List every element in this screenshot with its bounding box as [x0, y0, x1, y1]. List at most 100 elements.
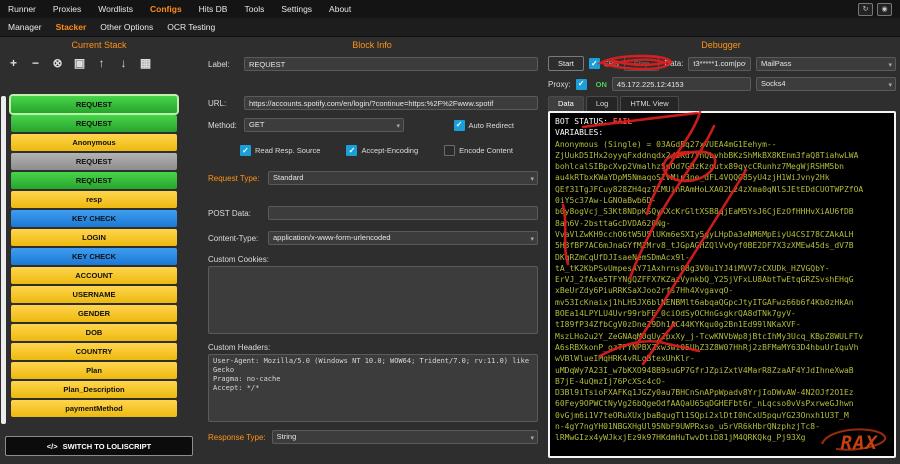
switch-label: SWITCH TO LOLISCRIPT [63, 442, 152, 451]
checkbox-icon [454, 120, 465, 131]
tab-stacker[interactable]: Stacker [56, 22, 87, 32]
checkbox-icon [346, 145, 357, 156]
request-type-select[interactable]: Standard [268, 171, 538, 185]
stack-block-resp[interactable]: resp [11, 191, 177, 208]
stack-block-request[interactable]: REQUEST [11, 115, 177, 132]
checkbox-icon [576, 79, 587, 90]
block-info-title: Block Info [204, 36, 540, 52]
stack-block-dob[interactable]: DOB [11, 324, 177, 341]
proxy-type-value: Socks4 [761, 78, 786, 90]
stack-block-country[interactable]: COUNTRY [11, 343, 177, 360]
menu-runner[interactable]: Runner [8, 4, 36, 14]
stack-block-account[interactable]: ACCOUNT [11, 267, 177, 284]
content-type-value: application/x-www-form-urlencoded [273, 232, 391, 244]
response-type-value: String [277, 431, 297, 443]
stack-block-key-check[interactable]: KEY CHECK [11, 210, 177, 227]
bot-status-line: BOT STATUS: FAIL [555, 116, 889, 127]
menu-wordlists[interactable]: Wordlists [98, 4, 133, 14]
method-value: GET [249, 119, 264, 131]
stack-toolbar: +−⊗ ▣ ↑ ↓ ▦ [0, 52, 198, 70]
url-input[interactable] [244, 96, 538, 110]
stack-scrollbar[interactable] [1, 96, 6, 424]
clear-icon[interactable]: ⊗ [51, 57, 64, 70]
custom-cookies-label: Custom Cookies: [208, 255, 540, 264]
stack-block-request[interactable]: REQUEST [11, 172, 177, 189]
auto-redirect-checkbox[interactable]: Auto Redirect [454, 120, 514, 131]
switch-to-loliscript-button[interactable]: </> SWITCH TO LOLISCRIPT [5, 436, 193, 456]
request-type-label: Request Type: [208, 174, 262, 183]
encode-content-checkbox[interactable]: Encode Content [444, 145, 513, 156]
stack-block-plan[interactable]: Plan [11, 362, 177, 379]
bot-status-value: FAIL [613, 117, 632, 126]
method-select[interactable]: GET [244, 118, 404, 132]
menu-about[interactable]: About [329, 4, 351, 14]
start-button[interactable]: Start [548, 56, 584, 71]
debug-data-input[interactable] [688, 57, 751, 71]
update-icon[interactable]: ↻ [858, 3, 873, 16]
content-type-select[interactable]: application/x-www-form-urlencoded [268, 231, 538, 245]
debugger-panel: Debugger Start SBS Step Data: MailPass P… [544, 36, 898, 464]
move-down-icon[interactable]: ↓ [117, 57, 130, 70]
debugger-tabs: DataLogHTML View [548, 96, 896, 112]
stack-block-plan-description[interactable]: Plan_Description [11, 381, 177, 398]
menu-settings[interactable]: Settings [281, 4, 312, 14]
auto-redirect-label: Auto Redirect [469, 121, 514, 130]
stack-block-anonymous[interactable]: Anonymous [11, 134, 177, 151]
encode-content-label: Encode Content [459, 146, 513, 155]
menu-proxies[interactable]: Proxies [53, 4, 81, 14]
bot-status-label: BOT STATUS: [555, 117, 608, 126]
stack-block-key-check[interactable]: KEY CHECK [11, 248, 177, 265]
custom-headers-textarea[interactable]: User-Agent: Mozilla/5.0 (Windows NT 10.0… [208, 354, 538, 422]
step-button[interactable]: Step [624, 56, 659, 71]
menu-configs[interactable]: Configs [150, 4, 182, 14]
tab-ocr-testing[interactable]: OCR Testing [167, 22, 215, 32]
clone-icon[interactable]: ▣ [73, 57, 86, 70]
post-data-input[interactable] [268, 206, 538, 220]
debugger-tab-data[interactable]: Data [548, 96, 584, 112]
content-type-label: Content-Type: [208, 234, 262, 243]
label-input[interactable] [244, 57, 538, 71]
proxy-input[interactable] [612, 77, 751, 91]
stack-block-request[interactable]: REQUEST [11, 96, 177, 113]
current-stack-title: Current Stack [0, 36, 198, 52]
proxy-on-indicator: ON [596, 80, 607, 89]
debugger-tab-log[interactable]: Log [586, 96, 619, 112]
save-icon[interactable]: ▦ [139, 57, 152, 70]
debugger-tab-html-view[interactable]: HTML View [620, 96, 678, 112]
data-label: Data: [664, 59, 683, 68]
proxy-type-select[interactable]: Socks4 [756, 77, 896, 91]
stack-block-username[interactable]: USERNAME [11, 286, 177, 303]
proxy-checkbox[interactable] [576, 79, 591, 90]
custom-cookies-textarea[interactable] [208, 266, 538, 334]
debugger-title: Debugger [544, 36, 898, 52]
accept-encoding-checkbox[interactable]: Accept-Encoding [346, 145, 418, 156]
checkbox-icon [240, 145, 251, 156]
topbar: Runner Proxies Wordlists Configs Hits DB Tool… [0, 0, 900, 18]
stack-block-paymentmethod[interactable]: paymentMethod [11, 400, 177, 417]
topbar-menu: Runner Proxies Wordlists Configs Hits DB Tool… [8, 4, 351, 14]
menu-hits-db[interactable]: Hits DB [199, 4, 228, 14]
url-field-label: URL: [208, 99, 238, 108]
screenshot-icon[interactable]: ◉ [877, 3, 892, 16]
stack-block-gender[interactable]: GENDER [11, 305, 177, 322]
tab-manager[interactable]: Manager [8, 22, 42, 32]
debugger-log[interactable]: BOT STATUS: FAIL VARIABLES: Anonymous (S… [548, 111, 896, 458]
stack-block-login[interactable]: LOGIN [11, 229, 177, 246]
request-type-value: Standard [273, 172, 303, 184]
checkbox-icon [589, 58, 600, 69]
remove-icon[interactable]: − [29, 57, 42, 70]
menu-tools[interactable]: Tools [244, 4, 264, 14]
label-field-label: Label: [208, 60, 238, 69]
tab-other-options[interactable]: Other Options [100, 22, 153, 32]
response-type-select[interactable]: String [272, 430, 538, 444]
wordlist-type-value: MailPass [761, 58, 791, 70]
stack-list: REQUEST REQUEST Anonymous REQUEST REQUEST res… [11, 96, 177, 419]
stack-block-request[interactable]: REQUEST [11, 153, 177, 170]
post-data-label: POST Data: [208, 209, 262, 218]
method-label: Method: [208, 121, 238, 130]
add-icon[interactable]: + [7, 57, 20, 70]
read-resp-source-checkbox[interactable]: Read Resp. Source [240, 145, 320, 156]
wordlist-type-select[interactable]: MailPass [756, 57, 896, 71]
sbs-checkbox[interactable]: SBS [589, 58, 619, 69]
move-up-icon[interactable]: ↑ [95, 57, 108, 70]
